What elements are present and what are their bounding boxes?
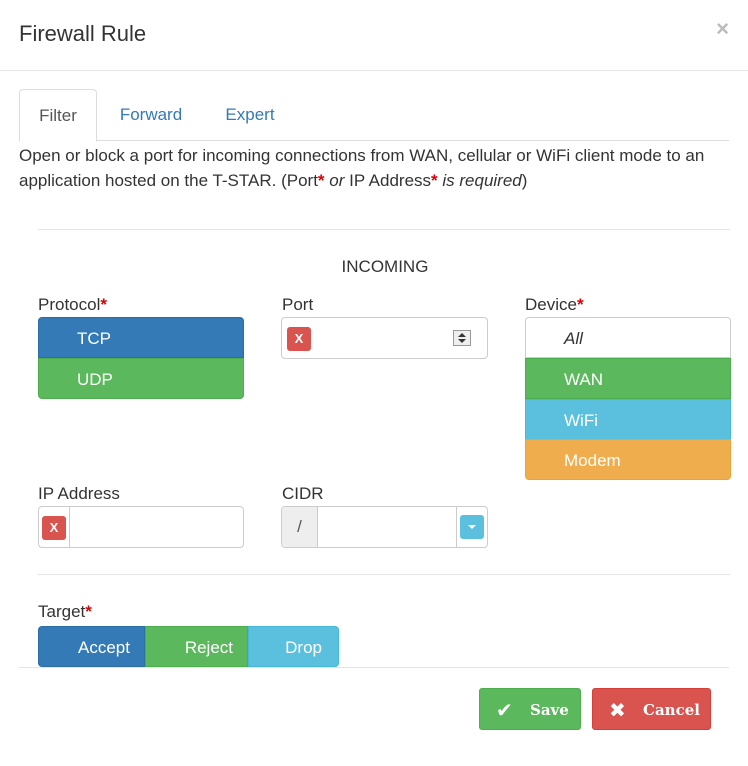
ip-address-input[interactable]: X	[38, 506, 244, 548]
close-icon[interactable]: ×	[716, 16, 729, 42]
divider	[69, 507, 70, 547]
stepper-up-icon[interactable]	[458, 333, 466, 337]
port-label: Port	[282, 295, 314, 314]
device-wifi-button[interactable]: WiFi	[525, 399, 731, 440]
target-reject-button[interactable]: Reject	[145, 626, 248, 667]
clear-ip-button[interactable]: X	[42, 516, 66, 540]
port-input[interactable]: X	[281, 317, 488, 359]
clear-port-button[interactable]: X	[287, 327, 311, 351]
port-stepper[interactable]	[453, 330, 471, 346]
cancel-button[interactable]: ✖ Cancel	[592, 688, 711, 730]
dialog-title: Firewall Rule	[19, 21, 147, 46]
save-button[interactable]: ✔ Save	[479, 688, 581, 730]
device-label: Device*	[525, 295, 584, 314]
cidr-select[interactable]: /	[281, 506, 488, 548]
ip-address-label: IP Address	[38, 484, 120, 503]
tab-forward[interactable]: Forward	[107, 89, 195, 141]
section-title: INCOMING	[341, 257, 429, 276]
dialog-header: Firewall Rule ×	[0, 0, 748, 71]
cidr-label: CIDR	[282, 484, 324, 503]
device-all-button[interactable]: All	[525, 317, 731, 358]
divider	[456, 507, 457, 547]
caret-down-icon	[468, 525, 476, 529]
footer-divider	[19, 667, 729, 668]
target-label: Target*	[38, 602, 92, 621]
required-marker: *	[317, 171, 325, 190]
protocol-label: Protocol*	[38, 295, 107, 314]
tab-bar: Filter Forward Expert	[19, 89, 729, 142]
cidr-dropdown-button[interactable]	[460, 515, 484, 539]
device-wan-button[interactable]: WAN	[525, 358, 731, 399]
description-text: Open or block a port for incoming connec…	[19, 146, 705, 190]
tab-expert[interactable]: Expert	[214, 89, 286, 141]
save-label: Save	[530, 701, 569, 719]
target-drop-button[interactable]: Drop	[248, 626, 339, 667]
protocol-tcp-button[interactable]: TCP	[38, 317, 244, 358]
stepper-down-icon[interactable]	[458, 339, 466, 343]
cancel-label: Cancel	[643, 701, 700, 719]
check-icon: ✔	[496, 698, 513, 722]
required-marker: *	[431, 171, 438, 190]
protocol-udp-button[interactable]: UDP	[38, 358, 244, 399]
divider	[38, 229, 730, 230]
device-modem-button[interactable]: Modem	[525, 439, 731, 480]
tab-filter[interactable]: Filter	[19, 89, 97, 142]
target-accept-button[interactable]: Accept	[38, 626, 145, 667]
divider	[38, 574, 730, 575]
cross-icon: ✖	[609, 698, 626, 722]
cidr-prefix: /	[282, 507, 318, 547]
